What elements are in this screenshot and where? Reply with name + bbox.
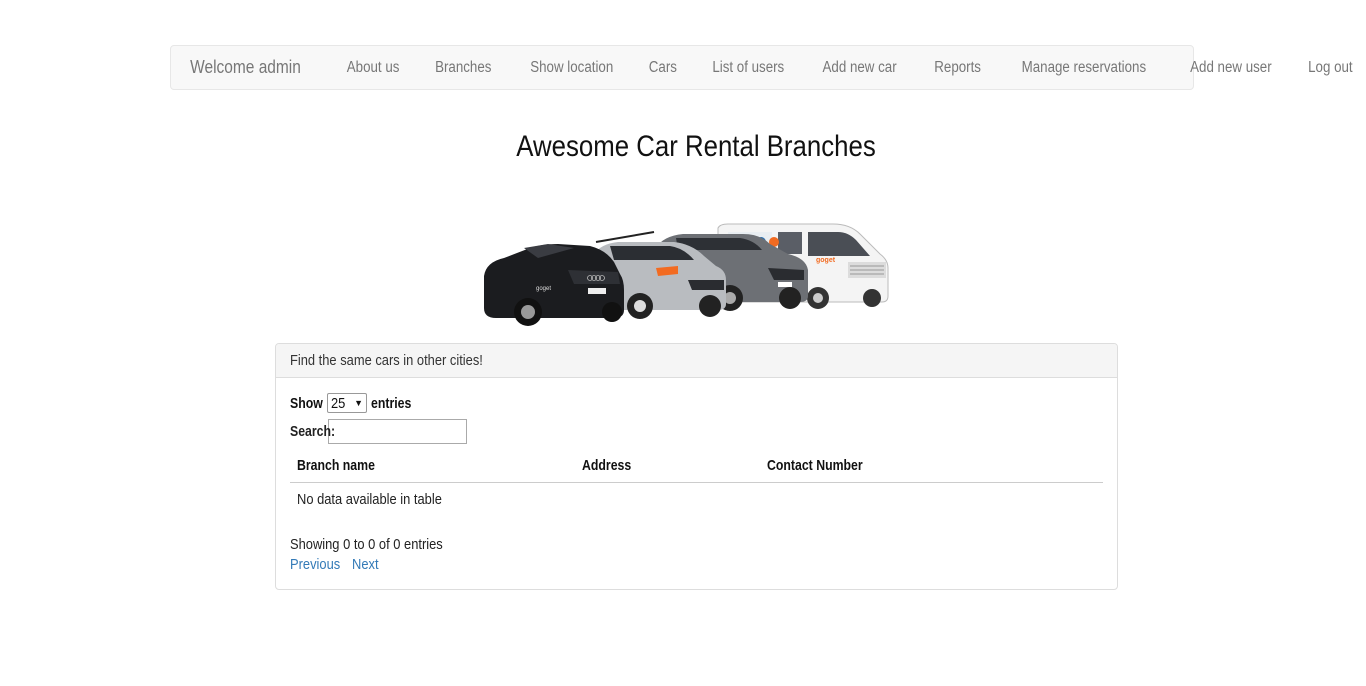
next-page-button[interactable]: Next <box>352 556 379 573</box>
table-header: Branch name Address Contact Number <box>290 452 1103 483</box>
nav-list-of-users[interactable]: List of users <box>701 59 796 77</box>
column-address[interactable]: Address <box>582 457 631 474</box>
entries-select-value: 25 <box>331 394 346 412</box>
svg-text:goget: goget <box>816 257 836 264</box>
branches-table: Branch name Address Contact Number No da… <box>290 452 1103 517</box>
caret-down-icon: ▼ <box>354 398 363 408</box>
table-row: No data available in table <box>290 483 1103 517</box>
nav-log-out[interactable]: Log out <box>1297 59 1365 77</box>
column-branch-name[interactable]: Branch name <box>297 457 375 474</box>
empty-table-message: No data available in table <box>297 491 442 508</box>
brand-label: Welcome admin <box>190 57 301 77</box>
pagination: Previous Next <box>290 556 383 573</box>
nav-add-new-car[interactable]: Add new car <box>811 59 908 77</box>
brand-link[interactable]: Welcome admin <box>185 57 301 78</box>
page-title: Awesome Car Rental Branches <box>516 130 876 163</box>
cars-banner-image: goget goget <box>484 223 889 326</box>
top-navbar: Welcome admin About us Branches Show loc… <box>170 45 1353 90</box>
nav-show-location[interactable]: Show location <box>518 59 624 77</box>
entries-label: entries <box>371 394 412 412</box>
branches-panel: Find the same cars in other cities! Show… <box>275 343 1118 590</box>
nav-add-new-user[interactable]: Add new user <box>1178 59 1283 77</box>
search-control: Search: <box>290 419 467 444</box>
nav-cars[interactable]: Cars <box>637 59 688 77</box>
nav-branches[interactable]: Branches <box>424 59 504 77</box>
column-contact-number[interactable]: Contact Number <box>767 457 863 474</box>
entries-length-control: Show 25 ▼ entries <box>290 393 420 413</box>
previous-page-button[interactable]: Previous <box>290 556 343 573</box>
search-input[interactable] <box>328 419 467 444</box>
panel-heading-text: Find the same cars in other cities! <box>290 352 483 369</box>
convertible-graphic: goget <box>484 244 624 326</box>
show-label: Show <box>290 394 323 412</box>
nav-about-us[interactable]: About us <box>335 59 411 77</box>
svg-text:goget: goget <box>536 286 551 292</box>
nav-reports[interactable]: Reports <box>922 59 992 77</box>
nav-manage-reservations[interactable]: Manage reservations <box>1010 59 1158 77</box>
panel-heading: Find the same cars in other cities! <box>276 344 1117 378</box>
table-info: Showing 0 to 0 of 0 entries <box>290 536 443 553</box>
entries-select[interactable]: 25 ▼ <box>327 393 367 413</box>
search-label: Search: <box>290 423 336 440</box>
